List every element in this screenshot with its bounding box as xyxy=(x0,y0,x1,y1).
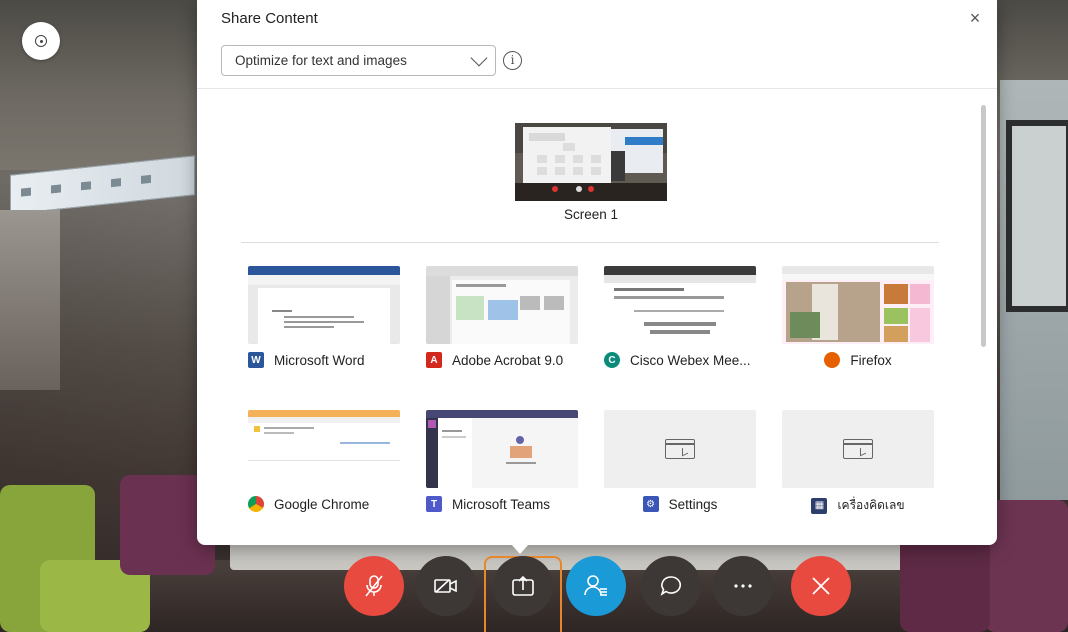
app-label: Firefox xyxy=(782,352,934,368)
chevron-down-icon xyxy=(470,49,488,67)
app-label: A Adobe Acrobat 9.0 xyxy=(426,352,596,368)
app-name: Adobe Acrobat 9.0 xyxy=(452,352,564,368)
settings-icon: ⚙ xyxy=(642,496,659,512)
optimize-select-value: Optimize for text and images xyxy=(235,53,407,68)
app-label: ▦ เครื่องคิดเลข xyxy=(782,496,934,515)
app-name: Settings xyxy=(668,496,718,512)
more-icon xyxy=(734,584,752,588)
meeting-info-icon xyxy=(35,35,47,47)
app-label: W Microsoft Word xyxy=(248,352,418,368)
end-meeting-button[interactable] xyxy=(791,556,851,616)
participants-icon xyxy=(584,575,607,596)
app-name: Google Chrome xyxy=(274,496,370,512)
app-thumbnail xyxy=(426,410,578,488)
app-thumbnail-placeholder xyxy=(604,410,756,488)
window-icon xyxy=(665,439,695,459)
divider xyxy=(241,242,939,243)
chair xyxy=(985,500,1068,632)
window-left xyxy=(0,210,60,390)
screen-1-thumbnail[interactable] xyxy=(515,123,667,201)
chat-button[interactable] xyxy=(641,556,701,616)
app-thumbnail xyxy=(248,410,400,488)
app-name: Cisco Webex Mee... xyxy=(630,352,751,368)
app-thumbnail xyxy=(248,266,400,344)
acrobat-icon: A xyxy=(426,352,442,368)
info-icon[interactable]: i xyxy=(503,51,522,70)
close-icon[interactable]: × xyxy=(965,8,985,28)
app-label: Google Chrome xyxy=(248,496,418,512)
screen-1-label: Screen 1 xyxy=(563,207,619,222)
optimize-select[interactable]: Optimize for text and images xyxy=(221,45,496,76)
mute-button[interactable] xyxy=(344,556,404,616)
app-name: Microsoft Word xyxy=(274,352,365,368)
scrollbar[interactable] xyxy=(981,105,986,347)
word-icon: W xyxy=(248,352,264,368)
microphone-muted-icon xyxy=(365,575,383,597)
app-name: เครื่องคิดเลข xyxy=(837,498,905,512)
app-label: T Microsoft Teams xyxy=(426,496,596,512)
panel-title: Share Content xyxy=(221,10,318,27)
webex-icon: C xyxy=(604,352,620,368)
divider xyxy=(197,88,997,89)
share-button[interactable] xyxy=(493,556,553,616)
close-icon xyxy=(812,577,830,595)
window-right xyxy=(1000,80,1068,500)
teams-icon: T xyxy=(426,496,442,512)
meeting-info-button[interactable] xyxy=(22,22,60,60)
more-button[interactable] xyxy=(713,556,773,616)
app-thumbnail xyxy=(604,266,756,344)
chrome-icon xyxy=(248,496,264,512)
calculator-icon: ▦ xyxy=(811,497,828,514)
app-name: Firefox xyxy=(850,352,892,368)
share-content-panel: Share Content × Optimize for text and im… xyxy=(197,0,997,545)
app-thumbnail-placeholder xyxy=(782,410,934,488)
window-icon xyxy=(843,439,873,459)
app-thumbnail xyxy=(426,266,578,344)
chair xyxy=(900,530,990,632)
video-button[interactable] xyxy=(416,556,476,616)
app-label: C Cisco Webex Mee... xyxy=(604,352,774,368)
firefox-icon xyxy=(824,352,841,368)
share-icon xyxy=(512,575,534,596)
app-label: ⚙ Settings xyxy=(604,496,756,512)
participants-button[interactable] xyxy=(566,556,626,616)
panel-caret xyxy=(511,544,529,554)
video-off-icon xyxy=(434,579,457,593)
app-name: Microsoft Teams xyxy=(452,496,551,512)
chat-icon xyxy=(660,576,682,596)
app-thumbnail xyxy=(782,266,934,344)
